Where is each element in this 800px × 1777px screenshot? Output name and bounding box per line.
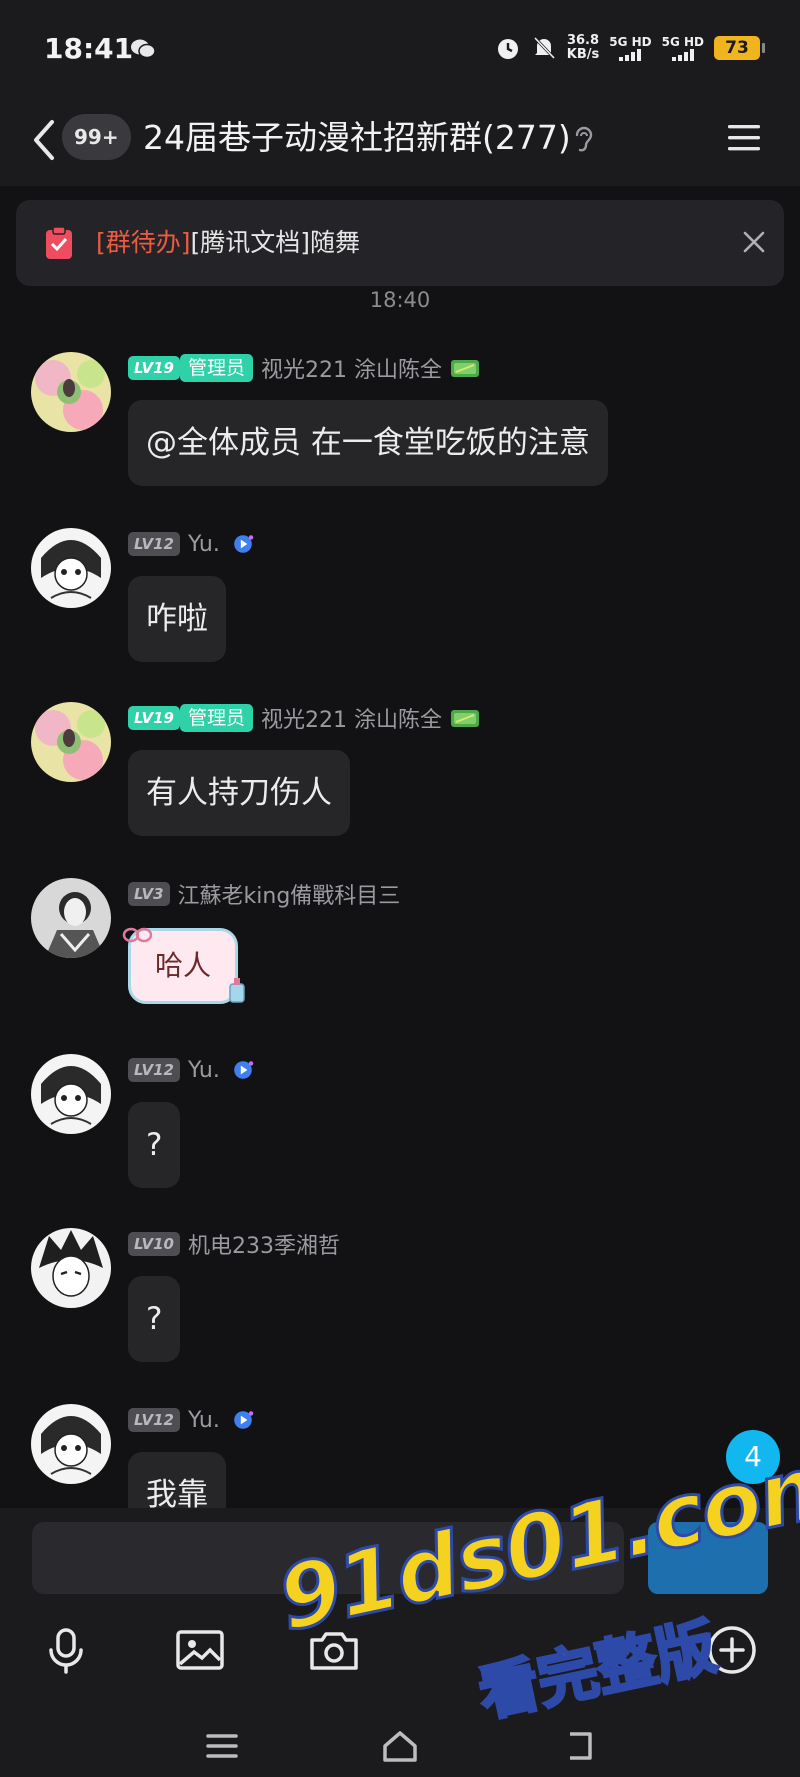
- home-icon[interactable]: [380, 1726, 420, 1766]
- microphone-icon[interactable]: [36, 1620, 96, 1680]
- add-icon[interactable]: [702, 1620, 762, 1680]
- sim1-label: 5G HD: [609, 34, 652, 49]
- message-bubble[interactable]: 我靠: [128, 1452, 226, 1508]
- signal-icon: [671, 48, 694, 61]
- level-badge: LV12: [128, 532, 180, 556]
- avatar[interactable]: [31, 702, 111, 782]
- sender-meta: LV19 管理员 视光221 涂山陈全: [128, 352, 480, 384]
- message-item: LV19 管理员 视光221 涂山陈全 有人持刀伤人: [0, 702, 800, 842]
- cleaning-bottle-icon: [229, 978, 245, 1003]
- wechat-icon: [131, 39, 156, 59]
- cash-badge-icon: [451, 360, 479, 377]
- sender-meta: LV19 管理员 视光221 涂山陈全: [128, 702, 480, 734]
- sim1-signal: 5G HD: [609, 34, 652, 61]
- sender-name[interactable]: 视光221 涂山陈全: [261, 702, 442, 734]
- sender-name[interactable]: 机电233季湘哲: [188, 1228, 340, 1260]
- message-bubble[interactable]: 咋啦: [128, 576, 226, 662]
- chat-header: 99+ 24届巷子动漫社招新群(277): [0, 96, 800, 186]
- new-message-count-badge[interactable]: 4: [726, 1430, 780, 1484]
- message-timestamp: 18:40: [369, 288, 431, 312]
- battery-icon: 73: [714, 36, 765, 60]
- avatar[interactable]: [31, 528, 111, 608]
- play-badge-icon: [234, 535, 254, 553]
- avatar[interactable]: [31, 1054, 111, 1134]
- system-navbar: [0, 1716, 800, 1774]
- notice-tag: [群待办]: [96, 228, 191, 257]
- ear-icon: [575, 126, 593, 152]
- alarm-icon: [497, 39, 518, 59]
- sim2-label: 5G HD: [661, 34, 704, 49]
- admin-badge: 管理员: [179, 354, 253, 382]
- level-badge: LV19: [128, 356, 180, 380]
- level-badge: LV3: [128, 882, 170, 906]
- group-title[interactable]: 24届巷子动漫社招新群(277): [143, 114, 571, 162]
- back-icon[interactable]: [26, 114, 66, 166]
- sender-name[interactable]: 江蘇老king備戰科目三: [178, 878, 401, 910]
- avatar[interactable]: [31, 1228, 111, 1308]
- signal-icon: [619, 48, 642, 61]
- level-badge: LV19: [128, 706, 180, 730]
- message-bubble[interactable]: ?: [128, 1102, 181, 1188]
- input-toolbar: [0, 1620, 800, 1690]
- play-badge-icon: [234, 1411, 254, 1429]
- net-speed-unit: KB/s: [566, 47, 600, 62]
- close-icon[interactable]: [740, 228, 768, 256]
- sender-name[interactable]: Yu.: [188, 1408, 220, 1433]
- unread-count-badge[interactable]: 99+: [62, 114, 131, 160]
- group-todo-notice[interactable]: [群待办][腾讯文档]随舞: [16, 200, 784, 286]
- sender-meta: LV3 江蘇老king備戰科目三: [128, 878, 400, 910]
- input-area: [0, 1508, 800, 1777]
- message-item: LV12 Yu. 我靠: [0, 1404, 800, 1508]
- goggles-icon: [122, 927, 152, 943]
- level-badge: LV12: [128, 1058, 180, 1082]
- message-input[interactable]: [32, 1522, 624, 1594]
- message-item: LV19 管理员 视光221 涂山陈全 @全体成员 在一食堂吃饭的注意: [0, 352, 800, 492]
- image-icon[interactable]: [170, 1620, 230, 1680]
- sender-meta: LV12 Yu.: [128, 1404, 258, 1436]
- status-time: 18:41: [44, 32, 134, 65]
- sender-meta: LV12 Yu.: [128, 528, 258, 560]
- menu-icon[interactable]: [724, 118, 764, 158]
- net-speed-value: 36.8: [566, 33, 600, 48]
- avatar[interactable]: [31, 1404, 111, 1484]
- message-bubble[interactable]: @全体成员 在一食堂吃饭的注意: [128, 400, 608, 486]
- avatar[interactable]: [31, 878, 111, 958]
- admin-badge: 管理员: [179, 704, 253, 732]
- clipboard-icon: [46, 226, 72, 259]
- notice-body: [腾讯文档]随舞: [190, 228, 361, 257]
- sender-name[interactable]: Yu.: [188, 1058, 220, 1083]
- message-bubble[interactable]: 有人持刀伤人: [128, 750, 350, 836]
- net-speed: 36.8 KB/s: [567, 34, 599, 62]
- status-icons: 36.8 KB/s 5G HD 5G HD 73: [495, 30, 765, 66]
- status-bar: 18:41 36.8 KB/s 5G HD 5G HD 73: [0, 0, 800, 96]
- avatar[interactable]: [31, 352, 111, 432]
- play-badge-icon: [234, 1061, 254, 1079]
- level-badge: LV12: [128, 1408, 180, 1432]
- sender-name[interactable]: 视光221 涂山陈全: [261, 352, 442, 384]
- message-item: LV12 Yu. ?: [0, 1054, 800, 1194]
- sender-meta: LV10 机电233季湘哲: [128, 1228, 340, 1260]
- sim2-signal: 5G HD: [661, 34, 704, 61]
- notice-text: [群待办][腾讯文档]随舞: [96, 224, 360, 262]
- message-item: LV12 Yu. 咋啦: [0, 528, 800, 668]
- message-item: LV3 江蘇老king備戰科目三 哈人: [0, 878, 800, 1018]
- send-button[interactable]: [648, 1522, 768, 1594]
- back-nav-icon[interactable]: [560, 1726, 600, 1766]
- mute-icon: [533, 36, 555, 60]
- message-item: LV10 机电233季湘哲 ?: [0, 1228, 800, 1368]
- message-bubble[interactable]: ?: [128, 1276, 181, 1362]
- camera-icon[interactable]: [304, 1620, 364, 1680]
- sender-meta: LV12 Yu.: [128, 1054, 258, 1086]
- sender-name[interactable]: Yu.: [188, 532, 220, 557]
- cash-badge-icon: [451, 710, 479, 727]
- level-badge: LV10: [128, 1232, 180, 1256]
- recent-apps-icon[interactable]: [202, 1726, 242, 1766]
